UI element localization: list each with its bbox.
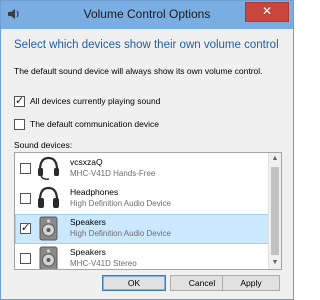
default-communication-label: The default communication device (30, 119, 159, 129)
apply-button[interactable]: Apply (222, 275, 280, 291)
device-name: Headphones (70, 187, 119, 197)
ok-button[interactable]: OK (102, 275, 166, 291)
device-checkbox[interactable] (20, 253, 31, 264)
vertical-scrollbar[interactable]: ▲ ▼ (268, 153, 281, 269)
scroll-thumb[interactable] (271, 167, 279, 255)
device-name: vcsxzaQ (70, 157, 103, 167)
sound-devices-list[interactable]: vcsxzaQ MHC-V41D Hands-Free Headphones H… (14, 152, 282, 270)
all-devices-label: All devices currently playing sound (30, 96, 161, 106)
device-checkbox[interactable] (20, 221, 31, 234)
device-description: MHC-V41D Stereo (70, 259, 137, 268)
list-item[interactable]: Headphones High Definition Audio Device (15, 184, 269, 214)
scroll-down-arrow-icon[interactable]: ▼ (269, 257, 281, 269)
option-default-communication[interactable]: The default communication device (14, 118, 159, 130)
list-item[interactable]: vcsxzaQ MHC-V41D Hands-Free (15, 154, 269, 184)
device-name: Speakers (70, 247, 106, 257)
device-checkbox[interactable] (20, 193, 31, 204)
title-bar[interactable]: Volume Control Options ✕ (1, 1, 293, 29)
device-description: High Definition Audio Device (70, 199, 171, 208)
volume-control-options-dialog: Volume Control Options ✕ Select which de… (0, 0, 294, 300)
main-heading: Select which devices show their own volu… (14, 39, 279, 51)
scroll-up-arrow-icon[interactable]: ▲ (269, 153, 281, 165)
close-button[interactable]: ✕ (245, 2, 289, 22)
headphones-icon (38, 186, 59, 208)
option-all-devices[interactable]: All devices currently playing sound (14, 94, 161, 107)
sound-devices-label: Sound devices: (14, 140, 73, 150)
device-description: High Definition Audio Device (70, 229, 171, 238)
list-item-selected[interactable]: Speakers High Definition Audio Device (15, 214, 269, 244)
speaker-icon (39, 246, 58, 269)
headset-icon (38, 156, 59, 180)
speaker-icon (39, 216, 58, 241)
default-communication-checkbox[interactable] (14, 118, 25, 130)
all-devices-checkbox[interactable] (14, 94, 25, 107)
description-text: The default sound device will always sho… (14, 66, 263, 76)
device-description: MHC-V41D Hands-Free (70, 169, 156, 178)
list-item[interactable]: Speakers MHC-V41D Stereo (15, 244, 269, 269)
device-name: Speakers (70, 217, 106, 227)
device-checkbox[interactable] (20, 163, 31, 174)
dialog-content: Select which devices show their own volu… (8, 29, 286, 293)
